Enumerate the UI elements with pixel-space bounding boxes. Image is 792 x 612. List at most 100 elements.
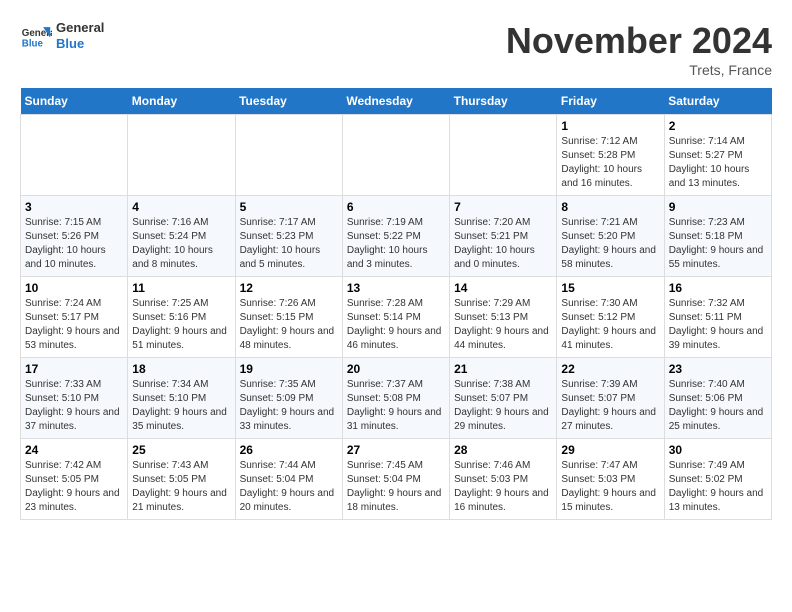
weekday-header: Saturday <box>664 88 771 115</box>
day-number: 18 <box>132 362 230 376</box>
calendar-cell: 24 Sunrise: 7:42 AM Sunset: 5:05 PM Dayli… <box>21 439 128 520</box>
day-info: Sunrise: 7:34 AM Sunset: 5:10 PM Dayligh… <box>132 378 230 434</box>
location: Trets, France <box>506 62 772 78</box>
day-info: Sunrise: 7:15 AM Sunset: 5:26 PM Dayligh… <box>25 216 123 272</box>
day-info: Sunrise: 7:28 AM Sunset: 5:14 PM Dayligh… <box>347 297 445 353</box>
calendar-cell: 27 Sunrise: 7:45 AM Sunset: 5:04 PM Dayli… <box>342 439 449 520</box>
calendar-cell: 7 Sunrise: 7:20 AM Sunset: 5:21 PM Daylig… <box>450 196 557 277</box>
calendar-cell: 20Sunrise: 7:37 AM Sunset: 5:08 PM Dayli… <box>342 358 449 439</box>
day-info: Sunrise: 7:19 AM Sunset: 5:22 PM Dayligh… <box>347 216 445 272</box>
day-number: 11 <box>132 281 230 295</box>
day-number: 23 <box>669 362 767 376</box>
day-info: Sunrise: 7:35 AM Sunset: 5:09 PM Dayligh… <box>240 378 338 434</box>
month-title: November 2024 <box>506 20 772 62</box>
calendar-cell: 5 Sunrise: 7:17 AM Sunset: 5:23 PM Daylig… <box>235 196 342 277</box>
day-number: 22 <box>561 362 659 376</box>
day-info: Sunrise: 7:21 AM Sunset: 5:20 PM Dayligh… <box>561 216 659 272</box>
calendar-cell: 14 Sunrise: 7:29 AM Sunset: 5:13 PM Dayli… <box>450 277 557 358</box>
calendar-cell: 16 Sunrise: 7:32 AM Sunset: 5:11 PM Dayli… <box>664 277 771 358</box>
day-info: Sunrise: 7:25 AM Sunset: 5:16 PM Dayligh… <box>132 297 230 353</box>
day-number: 9 <box>669 200 767 214</box>
calendar-cell: 17 Sunrise: 7:33 AM Sunset: 5:10 PM Dayli… <box>21 358 128 439</box>
day-number: 7 <box>454 200 552 214</box>
logo-line1: General <box>56 20 104 36</box>
day-info: Sunrise: 7:30 AM Sunset: 5:12 PM Dayligh… <box>561 297 659 353</box>
weekday-header: Wednesday <box>342 88 449 115</box>
weekday-header: Friday <box>557 88 664 115</box>
day-info: Sunrise: 7:40 AM Sunset: 5:06 PM Dayligh… <box>669 378 767 434</box>
day-number: 16 <box>669 281 767 295</box>
weekday-header: Sunday <box>21 88 128 115</box>
day-number: 26 <box>240 443 338 457</box>
calendar-cell: 21 Sunrise: 7:38 AM Sunset: 5:07 PM Dayli… <box>450 358 557 439</box>
calendar-cell <box>342 115 449 196</box>
page-header: General Blue General Blue November 2024 … <box>20 20 772 78</box>
calendar-cell: 26 Sunrise: 7:44 AM Sunset: 5:04 PM Dayli… <box>235 439 342 520</box>
day-number: 29 <box>561 443 659 457</box>
weekday-header: Monday <box>128 88 235 115</box>
day-number: 25 <box>132 443 230 457</box>
day-number: 15 <box>561 281 659 295</box>
day-number: 10 <box>25 281 123 295</box>
day-info: Sunrise: 7:33 AM Sunset: 5:10 PM Dayligh… <box>25 378 123 434</box>
calendar-cell: 29Sunrise: 7:47 AM Sunset: 5:03 PM Dayli… <box>557 439 664 520</box>
calendar-cell: 12Sunrise: 7:26 AM Sunset: 5:15 PM Dayli… <box>235 277 342 358</box>
calendar-table: SundayMondayTuesdayWednesdayThursdayFrid… <box>20 88 772 520</box>
calendar-cell <box>128 115 235 196</box>
day-number: 24 <box>25 443 123 457</box>
calendar-cell: 23 Sunrise: 7:40 AM Sunset: 5:06 PM Dayli… <box>664 358 771 439</box>
logo: General Blue General Blue <box>20 20 104 52</box>
calendar-cell: 15 Sunrise: 7:30 AM Sunset: 5:12 PM Dayli… <box>557 277 664 358</box>
day-number: 27 <box>347 443 445 457</box>
calendar-cell: 3 Sunrise: 7:15 AM Sunset: 5:26 PM Daylig… <box>21 196 128 277</box>
day-info: Sunrise: 7:37 AM Sunset: 5:08 PM Dayligh… <box>347 378 445 434</box>
day-number: 8 <box>561 200 659 214</box>
calendar-cell: 13 Sunrise: 7:28 AM Sunset: 5:14 PM Dayli… <box>342 277 449 358</box>
calendar-cell: 25 Sunrise: 7:43 AM Sunset: 5:05 PM Dayli… <box>128 439 235 520</box>
day-number: 3 <box>25 200 123 214</box>
day-info: Sunrise: 7:49 AM Sunset: 5:02 PM Dayligh… <box>669 459 767 515</box>
day-info: Sunrise: 7:46 AM Sunset: 5:03 PM Dayligh… <box>454 459 552 515</box>
day-info: Sunrise: 7:26 AM Sunset: 5:15 PM Dayligh… <box>240 297 338 353</box>
calendar-cell: 10 Sunrise: 7:24 AM Sunset: 5:17 PM Dayli… <box>21 277 128 358</box>
day-number: 17 <box>25 362 123 376</box>
day-info: Sunrise: 7:32 AM Sunset: 5:11 PM Dayligh… <box>669 297 767 353</box>
svg-text:Blue: Blue <box>22 39 44 50</box>
day-number: 21 <box>454 362 552 376</box>
day-number: 6 <box>347 200 445 214</box>
calendar-cell: 2Sunrise: 7:14 AM Sunset: 5:27 PM Daylig… <box>664 115 771 196</box>
day-number: 1 <box>561 119 659 133</box>
day-number: 4 <box>132 200 230 214</box>
calendar-cell: 6 Sunrise: 7:19 AM Sunset: 5:22 PM Daylig… <box>342 196 449 277</box>
day-info: Sunrise: 7:43 AM Sunset: 5:05 PM Dayligh… <box>132 459 230 515</box>
day-info: Sunrise: 7:45 AM Sunset: 5:04 PM Dayligh… <box>347 459 445 515</box>
day-number: 14 <box>454 281 552 295</box>
day-number: 28 <box>454 443 552 457</box>
calendar-cell: 1 Sunrise: 7:12 AM Sunset: 5:28 PM Daylig… <box>557 115 664 196</box>
day-info: Sunrise: 7:23 AM Sunset: 5:18 PM Dayligh… <box>669 216 767 272</box>
day-info: Sunrise: 7:38 AM Sunset: 5:07 PM Dayligh… <box>454 378 552 434</box>
calendar-cell: 22Sunrise: 7:39 AM Sunset: 5:07 PM Dayli… <box>557 358 664 439</box>
day-number: 5 <box>240 200 338 214</box>
day-number: 13 <box>347 281 445 295</box>
calendar-cell: 4Sunrise: 7:16 AM Sunset: 5:24 PM Daylig… <box>128 196 235 277</box>
calendar-cell: 18 Sunrise: 7:34 AM Sunset: 5:10 PM Dayli… <box>128 358 235 439</box>
day-info: Sunrise: 7:17 AM Sunset: 5:23 PM Dayligh… <box>240 216 338 272</box>
day-info: Sunrise: 7:20 AM Sunset: 5:21 PM Dayligh… <box>454 216 552 272</box>
day-info: Sunrise: 7:42 AM Sunset: 5:05 PM Dayligh… <box>25 459 123 515</box>
weekday-header: Thursday <box>450 88 557 115</box>
calendar-cell: 28 Sunrise: 7:46 AM Sunset: 5:03 PM Dayli… <box>450 439 557 520</box>
calendar-cell: 11 Sunrise: 7:25 AM Sunset: 5:16 PM Dayli… <box>128 277 235 358</box>
day-info: Sunrise: 7:24 AM Sunset: 5:17 PM Dayligh… <box>25 297 123 353</box>
day-info: Sunrise: 7:44 AM Sunset: 5:04 PM Dayligh… <box>240 459 338 515</box>
day-info: Sunrise: 7:12 AM Sunset: 5:28 PM Dayligh… <box>561 135 659 191</box>
weekday-header: Tuesday <box>235 88 342 115</box>
calendar-cell: 8 Sunrise: 7:21 AM Sunset: 5:20 PM Daylig… <box>557 196 664 277</box>
calendar-cell: 9 Sunrise: 7:23 AM Sunset: 5:18 PM Daylig… <box>664 196 771 277</box>
day-number: 2 <box>669 119 767 133</box>
calendar-cell <box>21 115 128 196</box>
calendar-cell: 19 Sunrise: 7:35 AM Sunset: 5:09 PM Dayli… <box>235 358 342 439</box>
logo-icon: General Blue <box>20 20 52 52</box>
day-info: Sunrise: 7:29 AM Sunset: 5:13 PM Dayligh… <box>454 297 552 353</box>
day-number: 19 <box>240 362 338 376</box>
